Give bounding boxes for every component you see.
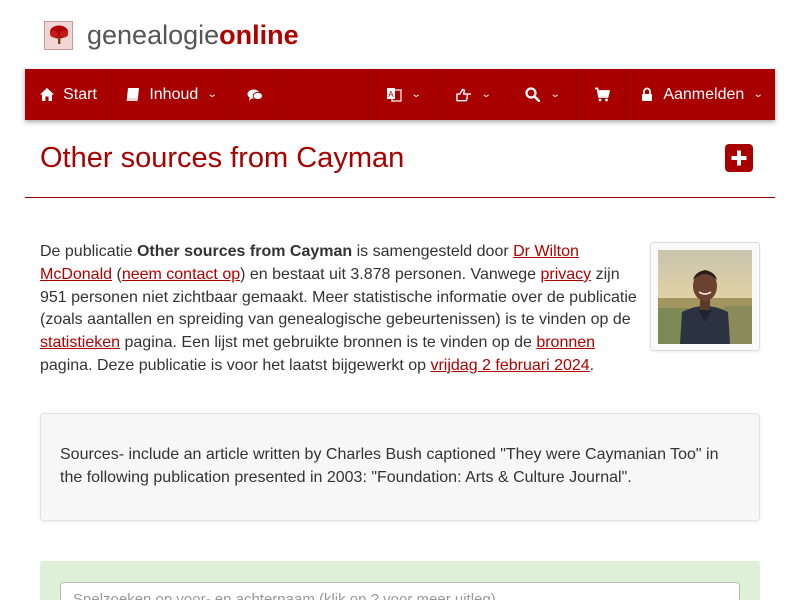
intro-text: .	[589, 356, 595, 374]
chevron-down-icon: ⌄	[411, 89, 422, 100]
chevron-down-icon: ⌄	[549, 89, 561, 100]
add-button[interactable]	[725, 144, 753, 172]
brand-part-genealogie: genealogie	[87, 19, 220, 50]
plus-icon	[731, 150, 747, 166]
translate-icon: A	[386, 87, 402, 103]
nav-search[interactable]: ⌄	[508, 69, 577, 120]
sources-panel: Sources- include an article written by C…	[40, 413, 760, 521]
nav-start[interactable]: Start	[25, 69, 112, 120]
intro-text: pagina. Deze publicatie is voor het laat…	[40, 356, 431, 374]
contact-link[interactable]: neem contact op	[122, 266, 240, 283]
nav-forum[interactable]	[231, 69, 279, 120]
brand-part-online: online	[219, 19, 299, 50]
nav-aanmelden-label: Aanmelden	[663, 85, 745, 103]
nav-spacer	[279, 69, 369, 120]
chevron-down-icon: ⌄	[480, 89, 492, 100]
nav-aanmelden[interactable]: Aanmelden ⌄	[627, 69, 775, 120]
last-updated-link[interactable]: vrijdag 2 februari 2024	[430, 357, 589, 374]
publication-name: Other sources from Cayman	[136, 243, 353, 260]
intro-text: De publicatie	[40, 243, 137, 260]
chevron-down-icon: ⌄	[207, 89, 218, 100]
home-icon	[39, 87, 55, 103]
publication-intro: De publicatie Other sources from Cayman …	[40, 241, 640, 378]
chevron-down-icon: ⌄	[753, 89, 764, 100]
shopping-cart-icon	[594, 87, 610, 103]
sources-text: Sources- include an article written by C…	[60, 446, 719, 486]
intro-text: ) en bestaat uit 3.878 personen. Vanwege	[240, 265, 541, 283]
brand-name[interactable]: genealogieonline	[87, 20, 299, 51]
statistics-link[interactable]: statistieken	[40, 334, 120, 351]
nav-shop[interactable]	[577, 69, 627, 120]
tree-icon	[49, 25, 68, 44]
title-divider	[25, 197, 775, 198]
nav-inhoud-label: Inhoud	[149, 85, 199, 103]
site-header: genealogieonline	[44, 18, 299, 52]
lock-icon	[639, 87, 655, 103]
main-navbar: Start Inhoud ⌄ A ⌄ ⌄ ⌄ Aanmelden ⌄	[25, 69, 775, 120]
nav-language[interactable]: A ⌄	[369, 69, 439, 120]
intro-text: (	[112, 265, 122, 283]
author-photo-card[interactable]	[650, 242, 760, 351]
comments-icon	[246, 87, 263, 103]
nav-inhoud[interactable]: Inhoud ⌄	[112, 69, 231, 120]
quick-search-input[interactable]	[60, 582, 740, 600]
quick-search-panel	[40, 561, 760, 600]
logo[interactable]	[44, 20, 73, 50]
privacy-link[interactable]: privacy	[540, 266, 591, 283]
intro-text: is samengesteld door	[352, 243, 514, 260]
sources-link[interactable]: bronnen	[536, 334, 595, 351]
nav-start-label: Start	[63, 85, 97, 103]
search-icon	[525, 87, 541, 103]
svg-text:A: A	[388, 90, 394, 99]
author-photo	[658, 249, 752, 344]
nav-actions[interactable]: ⌄	[439, 69, 508, 120]
hand-pointer-icon	[456, 87, 472, 103]
page-title: Other sources from Cayman	[40, 142, 405, 174]
book-icon	[125, 87, 141, 103]
intro-text: pagina. Een lijst met gebruikte bronnen …	[120, 334, 537, 352]
